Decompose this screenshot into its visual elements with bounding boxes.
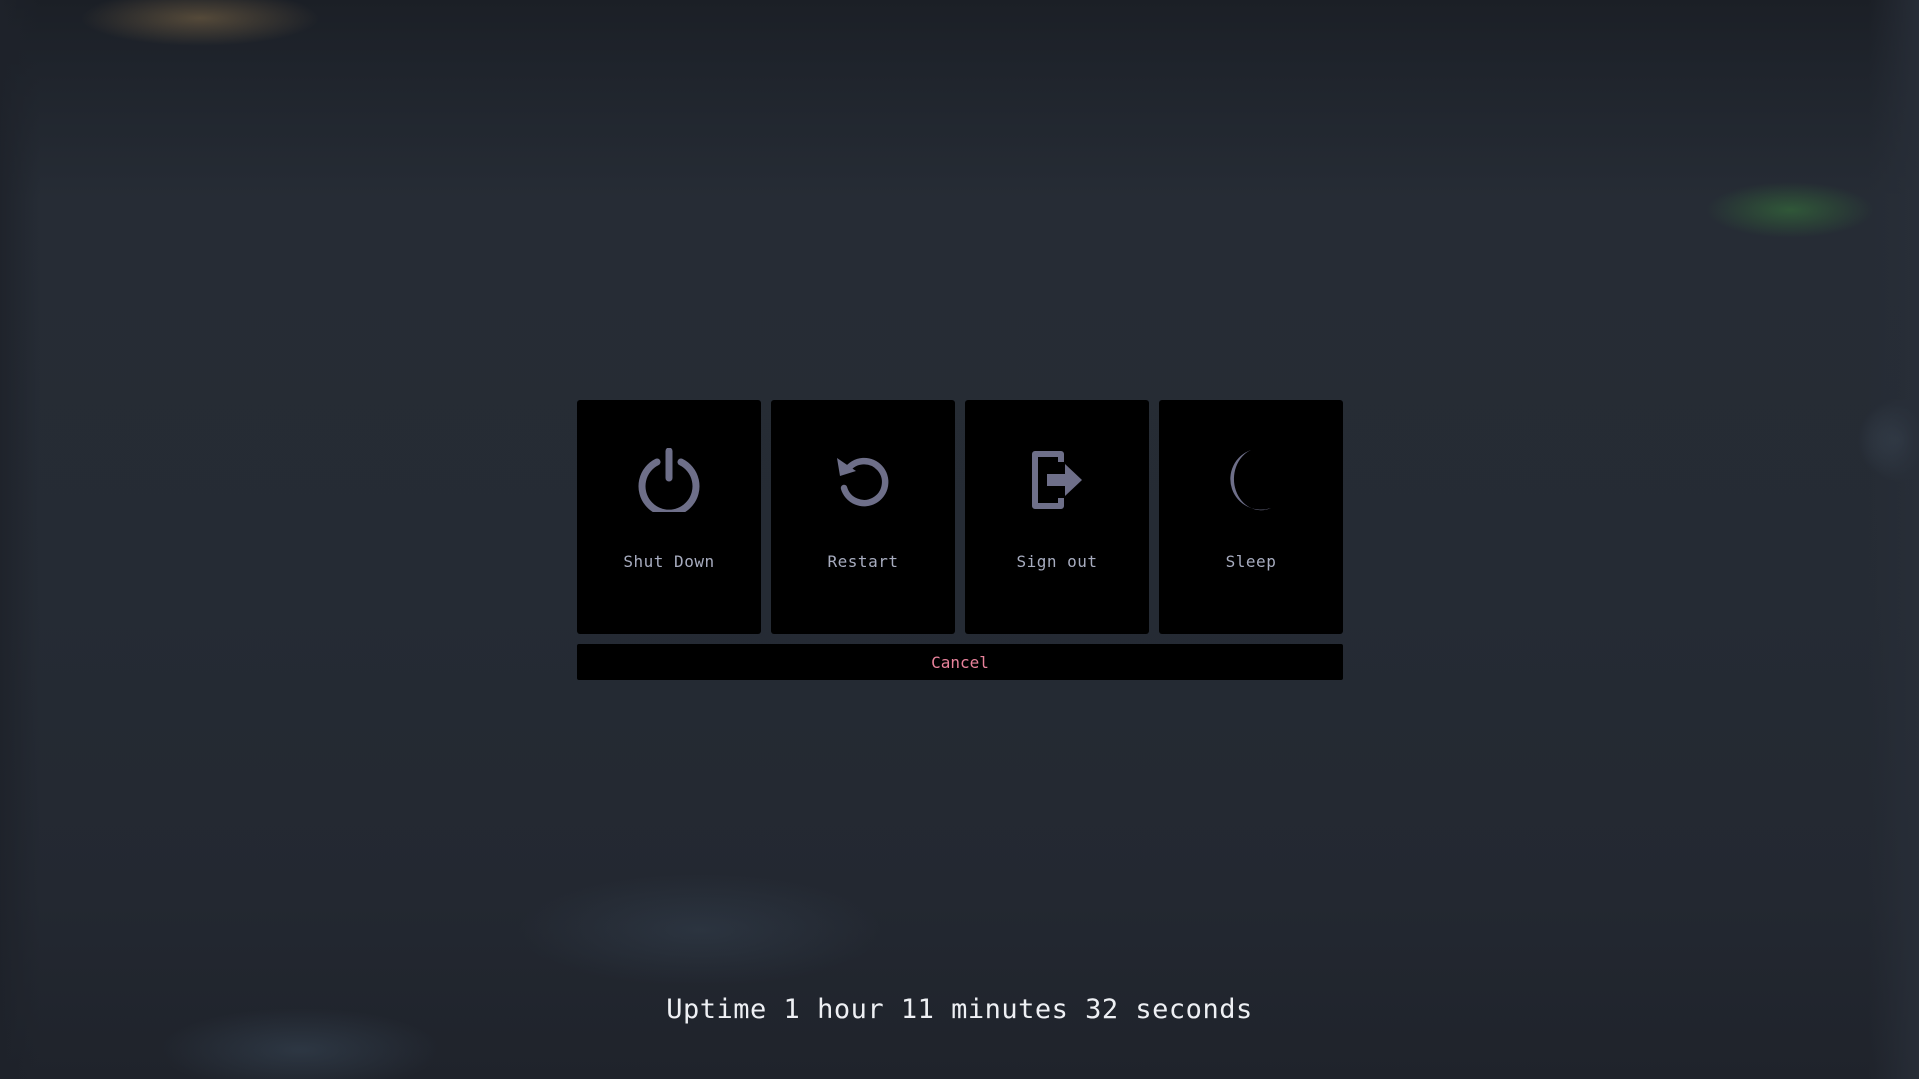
shut-down-label: Shut Down — [623, 552, 715, 571]
power-options: Shut Down Restart Sign out Sleep — [577, 400, 1343, 634]
power-menu: Shut Down Restart Sign out Sleep Cancel — [577, 400, 1343, 680]
cancel-button[interactable]: Cancel — [577, 644, 1343, 680]
sleep-button[interactable]: Sleep — [1159, 400, 1343, 634]
restart-label: Restart — [827, 552, 899, 571]
restart-button[interactable]: Restart — [771, 400, 955, 634]
shut-down-button[interactable]: Shut Down — [577, 400, 761, 634]
moon-icon — [1219, 448, 1283, 512]
sign-out-icon — [1025, 448, 1089, 512]
restart-icon — [831, 448, 895, 512]
sign-out-label: Sign out — [1016, 552, 1098, 571]
sleep-label: Sleep — [1225, 552, 1277, 571]
uptime-text: Uptime 1 hour 11 minutes 32 seconds — [666, 994, 1253, 1025]
sign-out-button[interactable]: Sign out — [965, 400, 1149, 634]
power-icon — [637, 448, 701, 512]
